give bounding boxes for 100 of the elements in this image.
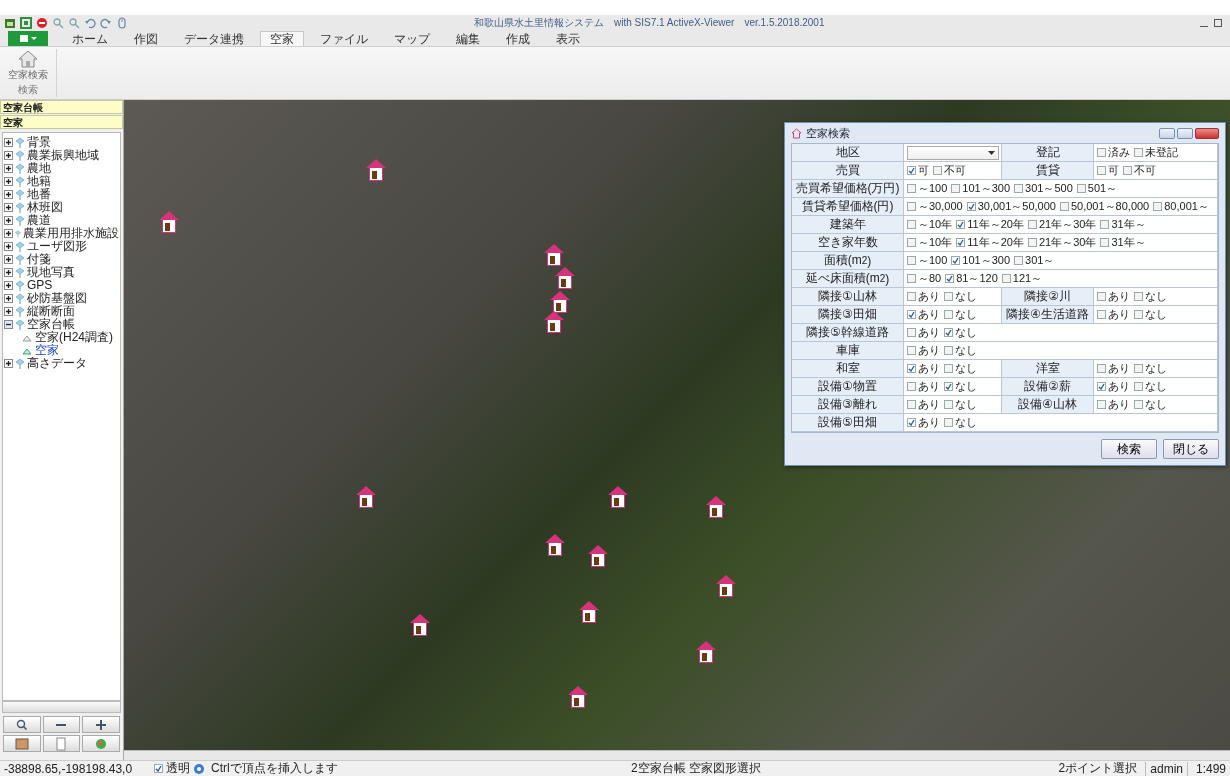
checkbox[interactable] <box>1123 166 1132 175</box>
checkbox[interactable] <box>1134 382 1143 391</box>
tree-item[interactable]: ユーザ図形 <box>27 240 87 253</box>
vacant-house-search-button[interactable]: 空家検索 <box>6 49 50 83</box>
checkbox[interactable] <box>1097 364 1106 373</box>
checkbox[interactable] <box>907 346 916 355</box>
checkbox[interactable] <box>1097 400 1106 409</box>
tree-item[interactable]: 縦断断面 <box>27 305 75 318</box>
checkbox[interactable] <box>907 274 916 283</box>
expand-icon[interactable] <box>4 190 13 199</box>
dialog-button[interactable]: 検索 <box>1101 439 1157 459</box>
tree-item[interactable]: 地番 <box>27 188 51 201</box>
checkbox[interactable] <box>1097 382 1106 391</box>
checkbox[interactable] <box>944 382 953 391</box>
checkbox[interactable] <box>951 184 961 193</box>
checkbox[interactable] <box>1134 148 1143 157</box>
checkbox[interactable] <box>1001 274 1011 283</box>
checkbox[interactable] <box>907 310 916 319</box>
checkbox[interactable] <box>907 166 916 175</box>
checkbox[interactable] <box>1097 292 1106 301</box>
checkbox[interactable] <box>1100 238 1110 247</box>
tree-item[interactable]: 空家(H24調査) <box>35 331 113 344</box>
checkbox[interactable] <box>907 256 916 265</box>
checkbox[interactable] <box>944 418 953 427</box>
expand-icon[interactable] <box>4 177 13 186</box>
tree-item[interactable]: 高さデータ <box>27 357 87 370</box>
tree-item[interactable]: 背景 <box>27 136 51 149</box>
expand-icon[interactable] <box>4 307 13 316</box>
tree-item[interactable]: GPS <box>27 279 53 292</box>
checkbox[interactable] <box>1027 238 1037 247</box>
ribbon-tab[interactable]: 表示 <box>546 31 590 46</box>
tree-item[interactable]: 林班図 <box>27 201 63 214</box>
ribbon-tab[interactable]: データ連携 <box>174 31 254 46</box>
checkbox[interactable] <box>907 364 916 373</box>
expand-icon[interactable] <box>4 281 13 290</box>
checkbox[interactable] <box>1014 184 1024 193</box>
tree-item[interactable]: 農業用用排水施設 <box>23 227 119 240</box>
expand-icon[interactable] <box>4 242 13 251</box>
tree-item[interactable]: 農道 <box>27 214 51 227</box>
ribbon-tab[interactable]: ホーム <box>62 31 118 46</box>
expand-icon[interactable] <box>4 151 13 160</box>
tree-item[interactable]: 現地写真 <box>27 266 75 279</box>
expand-icon[interactable] <box>4 359 13 368</box>
tool-button[interactable] <box>3 716 41 733</box>
district-dropdown[interactable] <box>907 145 999 160</box>
checkbox[interactable] <box>1097 166 1106 175</box>
dialog-button[interactable]: 閉じる <box>1163 439 1219 459</box>
checkbox[interactable] <box>907 184 916 193</box>
ribbon-tab[interactable]: 作図 <box>124 31 168 46</box>
checkbox[interactable] <box>944 346 953 355</box>
checkbox[interactable] <box>1134 310 1143 319</box>
expand-icon[interactable] <box>4 229 13 238</box>
expand-icon[interactable] <box>4 268 13 277</box>
checkbox[interactable] <box>1014 256 1024 265</box>
checkbox[interactable] <box>1097 310 1106 319</box>
tree-item[interactable]: 付箋 <box>27 253 51 266</box>
tool-button[interactable] <box>42 716 81 733</box>
ribbon-tab[interactable]: ファイル <box>310 31 378 46</box>
horizontal-scrollbar[interactable] <box>2 701 121 713</box>
checkbox[interactable] <box>944 328 953 337</box>
tree-item[interactable]: 砂防基盤図 <box>27 292 87 305</box>
checkbox[interactable] <box>951 256 961 265</box>
checkbox[interactable] <box>154 764 163 773</box>
application-menu-button[interactable] <box>8 31 48 46</box>
tree-item[interactable]: 農地 <box>27 162 51 175</box>
checkbox[interactable] <box>944 400 953 409</box>
checkbox[interactable] <box>907 400 916 409</box>
checkbox[interactable] <box>907 238 916 247</box>
checkbox[interactable] <box>944 364 953 373</box>
horizontal-scrollbar[interactable] <box>124 750 1230 760</box>
tool-button[interactable] <box>82 716 120 733</box>
checkbox[interactable] <box>1100 220 1110 229</box>
checkbox[interactable] <box>1153 202 1163 211</box>
checkbox[interactable] <box>1059 202 1069 211</box>
checkbox[interactable] <box>1097 148 1106 157</box>
checkbox[interactable] <box>944 292 953 301</box>
expand-icon[interactable] <box>4 216 13 225</box>
checkbox[interactable] <box>933 166 942 175</box>
minimize-button[interactable] <box>1159 127 1175 139</box>
checkbox[interactable] <box>944 310 953 319</box>
checkbox[interactable] <box>966 202 976 211</box>
checkbox[interactable] <box>945 274 955 283</box>
checkbox[interactable] <box>1134 292 1143 301</box>
ribbon-tab[interactable]: マップ <box>384 31 440 46</box>
checkbox[interactable] <box>1076 184 1086 193</box>
tree-item[interactable]: 農業振興地域 <box>27 149 99 162</box>
ribbon-tab[interactable]: 作成 <box>496 31 540 46</box>
checkbox[interactable] <box>956 220 966 229</box>
checkbox[interactable] <box>907 292 916 301</box>
tool-button[interactable] <box>3 735 41 752</box>
expand-icon[interactable] <box>4 255 13 264</box>
checkbox[interactable] <box>1134 364 1143 373</box>
maximize-button[interactable] <box>1177 127 1193 139</box>
collapse-icon[interactable] <box>4 320 13 329</box>
checkbox[interactable] <box>1134 400 1143 409</box>
tree-item[interactable]: 空家 <box>35 344 59 357</box>
ribbon-tab[interactable]: 編集 <box>446 31 490 46</box>
checkbox[interactable] <box>907 328 916 337</box>
tool-button[interactable] <box>82 735 120 752</box>
expand-icon[interactable] <box>4 138 13 147</box>
